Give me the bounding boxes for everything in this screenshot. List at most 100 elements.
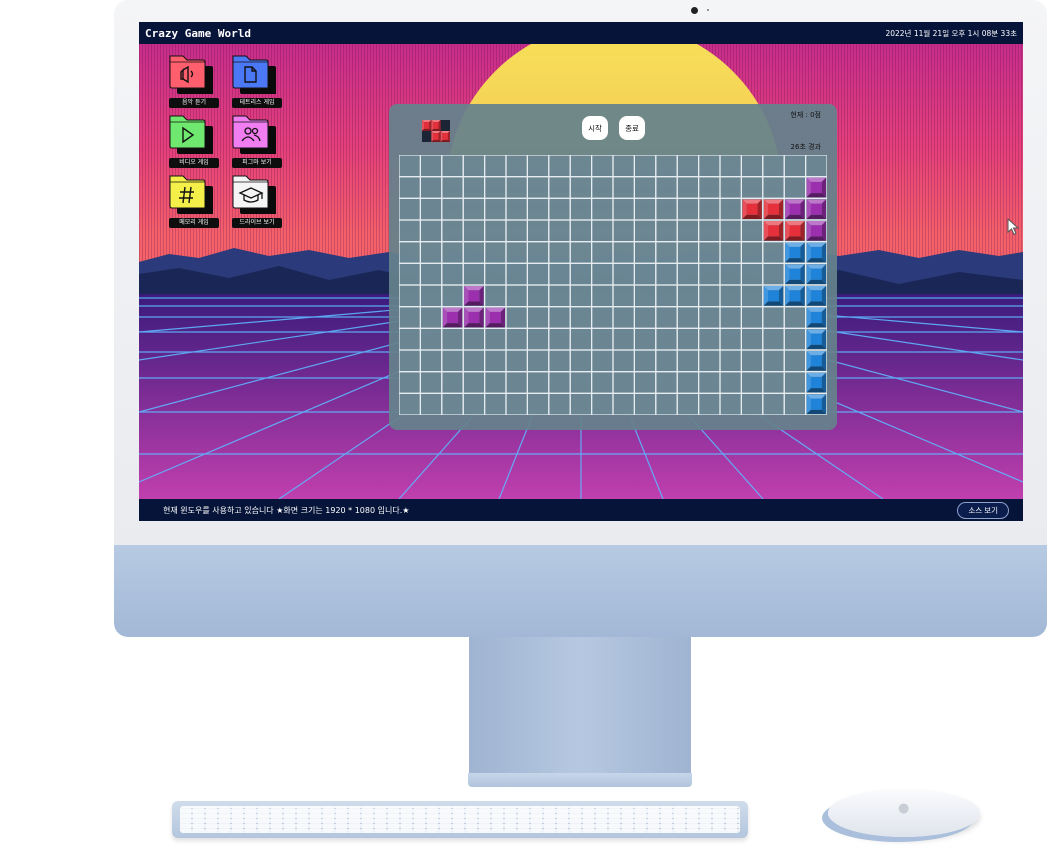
keyboard [172, 801, 748, 838]
board-cell [655, 219, 678, 243]
board-cell [399, 155, 421, 178]
board-cell [483, 262, 507, 286]
board-cell [505, 262, 528, 286]
board-cell [633, 241, 657, 264]
next-piece-block [431, 131, 441, 142]
imac-stand [469, 637, 691, 775]
board-cell [719, 284, 742, 308]
board-cell [526, 262, 550, 286]
board-cell [483, 327, 507, 351]
board-cell [740, 176, 764, 199]
board-cell [633, 262, 657, 286]
board-cell [762, 155, 785, 178]
desktop-icon-label: 테트리스 게임 [232, 98, 282, 108]
board-cell [655, 197, 678, 221]
board-cell [676, 155, 700, 178]
board-cell [676, 284, 700, 308]
desktop-icon-drive[interactable]: 드라이브 보기 [230, 174, 286, 234]
board-cell [633, 349, 657, 373]
board-cell [441, 219, 464, 243]
apple-logo-icon: ● [898, 801, 910, 816]
folder-icon [232, 175, 276, 214]
board-cell [698, 219, 721, 243]
board-cell [419, 306, 443, 329]
board-cell [483, 284, 507, 308]
board-cell [698, 155, 721, 178]
board-cell [441, 262, 464, 286]
board-cell [740, 284, 764, 308]
board-cell [441, 327, 464, 351]
board-cell [612, 349, 635, 373]
next-piece-block [431, 120, 441, 131]
board-cell [612, 284, 635, 308]
board-cell [548, 349, 571, 373]
board-cell [419, 219, 443, 243]
start-button[interactable]: 시작 [582, 116, 608, 140]
desktop-icon-memory[interactable]: 메모리 게임 [167, 174, 223, 234]
tetris-block-purple [806, 221, 826, 241]
folder-icon [169, 55, 213, 94]
board-cell [505, 197, 528, 221]
board-cell [419, 197, 443, 221]
magic-mouse: ● [828, 789, 980, 837]
board-grid [399, 155, 827, 415]
board-cell [612, 155, 635, 178]
tetris-block-red [742, 199, 762, 219]
board-cell [526, 284, 550, 308]
board-cell [633, 197, 657, 221]
board-cell [548, 197, 571, 221]
tetris-block-purple [806, 199, 826, 219]
board-cell [783, 306, 807, 329]
status-bar: 현재 윈도우를 사용하고 있습니다 ★화면 크기는 1920 * 1080 입니… [139, 499, 1023, 521]
board-cell [569, 306, 593, 329]
board-cell [762, 327, 785, 351]
board-cell [591, 327, 614, 351]
board-cell [698, 306, 721, 329]
view-source-button[interactable]: 소스 보기 [957, 501, 1009, 519]
tetris-board[interactable] [399, 155, 827, 415]
desktop-icon-figma[interactable]: 피그마 보기 [230, 114, 286, 174]
tetris-block-blue [785, 286, 805, 306]
board-cell [612, 219, 635, 243]
board-cell [612, 197, 635, 221]
tetris-block-purple [485, 307, 505, 328]
board-cell [633, 219, 657, 243]
board-cell [655, 392, 678, 415]
board-cell [462, 371, 486, 394]
desktop-icon-tetris[interactable]: 테트리스 게임 [230, 54, 286, 114]
keyboard-keys [180, 806, 740, 833]
board-cell [462, 262, 486, 286]
desktop-icon-music[interactable]: 음악 듣기 [167, 54, 223, 114]
board-cell [548, 327, 571, 351]
folder-icon [169, 115, 213, 154]
stop-button[interactable]: 종료 [619, 116, 645, 140]
board-cell [591, 306, 614, 329]
board-cell [655, 306, 678, 329]
board-cell [399, 176, 421, 199]
desktop-icon-video[interactable]: 비디오 게임 [167, 114, 223, 174]
board-cell [548, 176, 571, 199]
board-cell [505, 176, 528, 199]
board-cell [762, 241, 785, 264]
board-cell [655, 262, 678, 286]
board-cell [399, 197, 421, 221]
clock: 2022년 11월 21일 오후 1시 08분 33초 [885, 28, 1017, 38]
board-cell [783, 349, 807, 373]
board-cell [505, 241, 528, 264]
board-cell [762, 349, 785, 373]
board-cell [719, 349, 742, 373]
tetris-block-purple [464, 307, 484, 328]
board-cell [633, 284, 657, 308]
board-cell [526, 349, 550, 373]
board-cell [698, 176, 721, 199]
board-cell [591, 176, 614, 199]
board-cell [462, 219, 486, 243]
tetris-block-blue [806, 242, 826, 263]
board-cell [526, 241, 550, 264]
board-cell [548, 155, 571, 178]
board-cell [698, 349, 721, 373]
board-cell [526, 197, 550, 221]
board-cell [783, 176, 807, 199]
board-cell [548, 306, 571, 329]
board-cell [483, 371, 507, 394]
